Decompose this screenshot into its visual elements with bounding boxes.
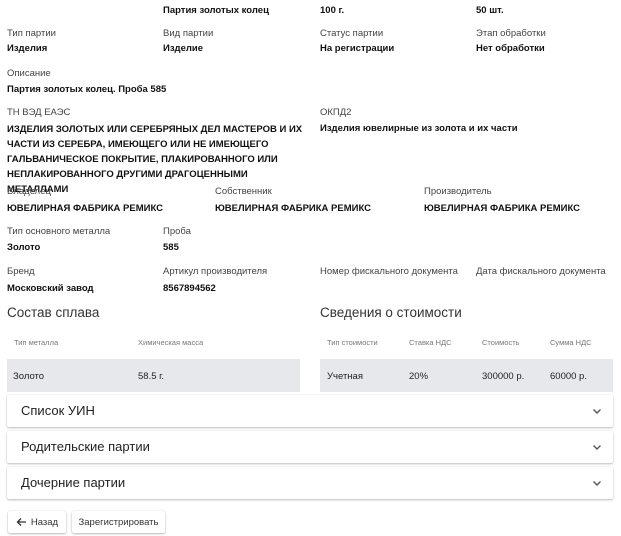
accordion-title: Список УИН	[21, 403, 95, 418]
processing-label: Этап обработки	[476, 28, 546, 39]
back-button-label: Назад	[30, 516, 59, 528]
description-label: Описание	[7, 68, 51, 79]
article-label: Артикул производителя	[163, 266, 268, 277]
alloy-cell-mass: 58.5 г.	[138, 371, 165, 382]
alloy-section-title: Состав сплава	[7, 305, 100, 320]
okpd2-label: ОКПД2	[320, 107, 352, 118]
batch-type-label: Тип партии	[7, 28, 56, 39]
cost-header-vat-rate: Ставка НДС	[409, 338, 452, 347]
accordion-title: Дочерние партии	[21, 475, 126, 490]
table-row: Золото 58.5 г.	[7, 359, 300, 392]
cost-header-type: Тип стоимости	[327, 338, 378, 347]
tnved-label: ТН ВЭД ЕАЭС	[7, 107, 71, 118]
cost-cell-type: Учетная	[327, 371, 363, 382]
batch-name: Партия золотых колец	[163, 5, 269, 16]
metal-label: Тип основного металла	[7, 226, 111, 237]
batch-weight: 100 г.	[320, 5, 345, 16]
article-value: 8567894562	[163, 283, 216, 294]
alloy-header-metal: Тип металла	[14, 338, 59, 347]
register-button-label: Зарегистрировать	[78, 516, 159, 528]
accordion-title: Родительские партии	[21, 439, 150, 454]
cost-header-vat-sum: Сумма НДС	[550, 338, 592, 347]
table-row: Учетная 20% 300000 р. 60000 р.	[320, 359, 613, 392]
fiscal-number-label: Номер фискального документа	[320, 266, 458, 277]
item-kind-label: Вид партии	[163, 28, 214, 39]
producer-label: Производитель	[424, 186, 492, 197]
chevron-down-icon[interactable]	[591, 441, 603, 453]
arrow-left-icon	[16, 518, 26, 526]
fiscal-date-label: Дата фискального документа	[476, 266, 606, 277]
register-button[interactable]: Зарегистрировать	[72, 511, 165, 533]
cost-cell-vat-sum: 60000 р.	[550, 371, 587, 382]
item-kind-value: Изделие	[163, 43, 204, 54]
status-value: На регистрации	[320, 43, 395, 54]
brand-label: Бренд	[7, 266, 35, 277]
cost-cell-cost: 300000 р.	[482, 371, 525, 382]
cost-header-cost: Стоимость	[482, 338, 520, 347]
producer-value: ЮВЕЛИРНАЯ ФАБРИКА РЕМИКС	[424, 203, 580, 214]
owner-value: ЮВЕЛИРНАЯ ФАБРИКА РЕМИКС	[215, 203, 371, 214]
owner-label: Собственник	[215, 186, 272, 197]
chevron-down-icon[interactable]	[591, 405, 603, 417]
accordion-parent-batches[interactable]: Родительские партии	[7, 431, 613, 463]
accordion-child-batches[interactable]: Дочерние партии	[7, 467, 613, 499]
processing-value: Нет обработки	[476, 43, 545, 54]
description-value: Партия золотых колец. Проба 585	[7, 84, 167, 95]
alloy-cell-metal: Золото	[13, 371, 45, 382]
accordion-uin-list[interactable]: Список УИН	[7, 395, 613, 427]
assay-label: Проба	[163, 226, 191, 237]
holder-label: Владелец	[7, 186, 51, 197]
okpd2-value: Изделия ювелирные из золота и их части	[320, 123, 518, 134]
back-button[interactable]: Назад	[8, 511, 66, 533]
holder-value: ЮВЕЛИРНАЯ ФАБРИКА РЕМИКС	[7, 203, 163, 214]
status-label: Статус партии	[320, 28, 384, 39]
brand-value: Московский завод	[7, 283, 94, 294]
assay-value: 585	[163, 242, 179, 253]
batch-count: 50 шт.	[476, 5, 504, 16]
alloy-header-mass: Химическая масса	[138, 338, 204, 347]
chevron-down-icon[interactable]	[591, 477, 603, 489]
cost-cell-vat-rate: 20%	[409, 371, 429, 382]
metal-value: Золото	[7, 242, 41, 253]
cost-section-title: Сведения о стоимости	[320, 305, 462, 320]
batch-type-value: Изделия	[7, 43, 48, 54]
